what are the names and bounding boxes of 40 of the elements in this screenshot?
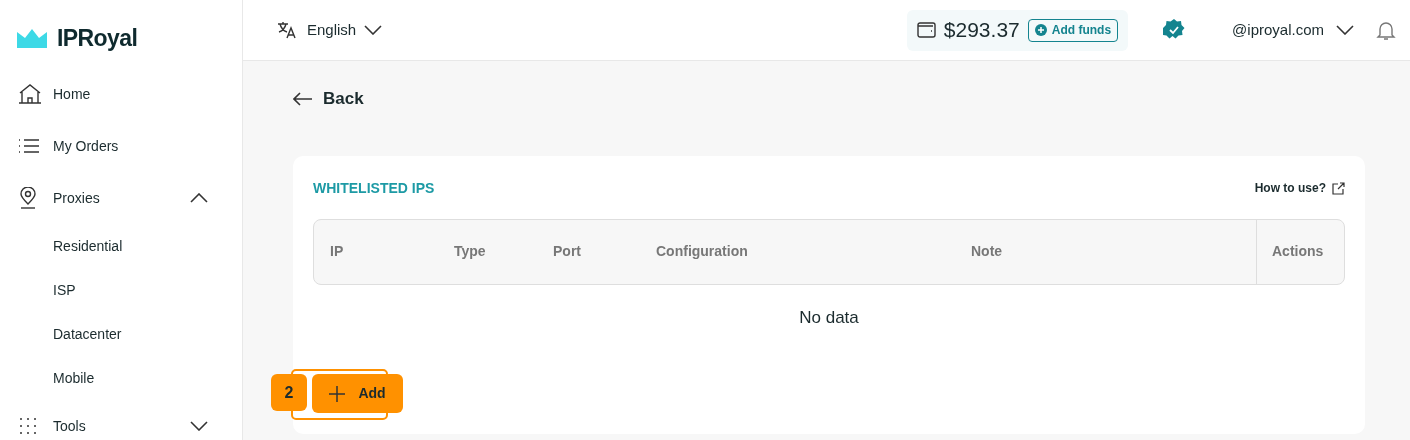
empty-message: No data <box>799 306 859 329</box>
column-header: Note <box>971 242 1003 261</box>
logo-text: IPRoyal <box>57 23 138 53</box>
home-icon <box>19 84 41 104</box>
arrow-left-icon <box>293 91 313 106</box>
bell-icon[interactable] <box>1376 19 1396 41</box>
column-header: IP <box>330 242 344 261</box>
crown-logo-icon <box>17 28 47 48</box>
chevron-down-icon <box>1336 25 1354 35</box>
balance-amount: $293.37 <box>943 17 1020 44</box>
chevron-down-icon <box>364 25 383 35</box>
wallet-icon <box>916 22 936 38</box>
add-button[interactable]: Add <box>312 374 403 413</box>
verified-badge-icon <box>1163 19 1186 41</box>
column-header: Actions <box>1272 242 1324 261</box>
column-header: Type <box>454 242 486 261</box>
how-to-use-link[interactable]: How to use? <box>1254 179 1345 197</box>
card-title: WHITELISTED IPS <box>313 178 435 198</box>
sidebar-subitem[interactable]: Mobile <box>0 356 242 400</box>
grid-dots-icon <box>19 417 37 435</box>
sidebar-item[interactable]: Home <box>0 68 242 120</box>
location-pin-icon <box>19 187 37 209</box>
sidebar-item[interactable]: My Orders <box>0 120 242 172</box>
plus-circle-icon <box>1034 24 1047 36</box>
sidebar-item[interactable]: Proxies <box>0 172 242 224</box>
sidebar-subitem[interactable]: Residential <box>0 224 242 268</box>
translate-icon <box>277 20 299 40</box>
sidebar-subitem[interactable]: ISP <box>0 268 242 312</box>
language-selector[interactable]: English <box>277 18 383 42</box>
step-badge: 2 <box>271 374 307 411</box>
back-link[interactable]: Back <box>293 86 364 112</box>
plus-icon <box>329 385 346 402</box>
sidebar-subitem[interactable]: Datacenter <box>0 312 242 356</box>
add-funds-button[interactable]: Add funds <box>1027 18 1119 42</box>
account-menu[interactable]: @iproyal.com <box>1232 18 1354 42</box>
column-header: Port <box>553 242 581 261</box>
external-link-icon <box>1332 181 1345 195</box>
column-header: Configuration <box>656 242 748 261</box>
list-icon <box>19 139 39 153</box>
sidebar-item[interactable]: Tools <box>0 400 242 440</box>
